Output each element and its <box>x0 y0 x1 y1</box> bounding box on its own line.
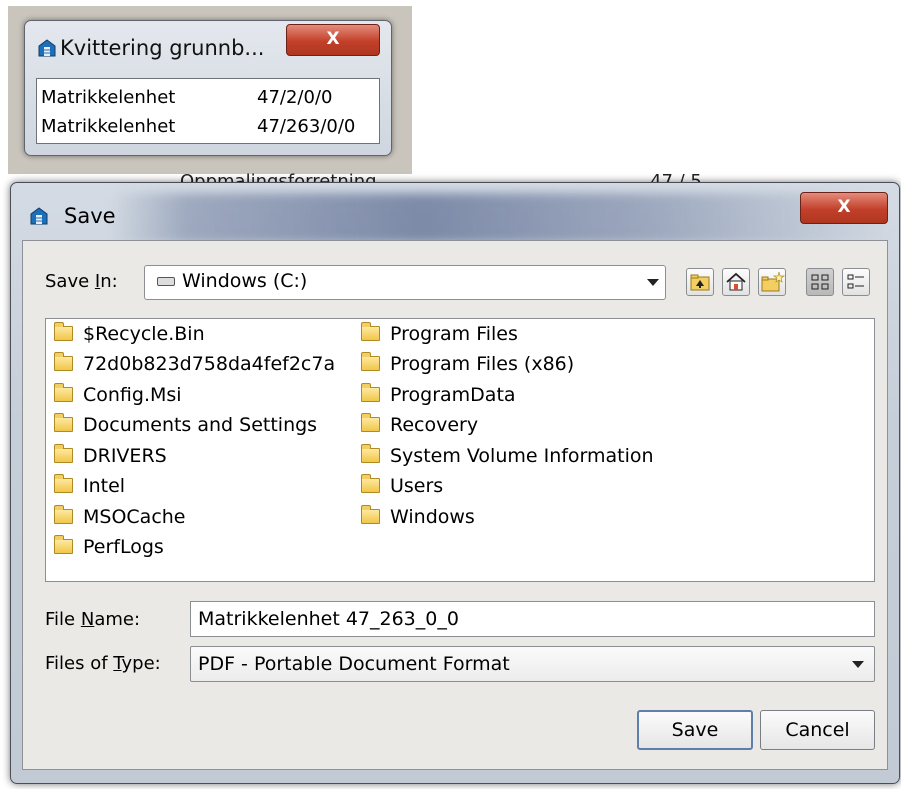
close-icon: X <box>837 197 851 217</box>
close-icon: X <box>326 29 340 49</box>
file-name-value: Matrikkelenhet 47_263_0_0 <box>198 608 459 630</box>
list-item[interactable]: PerfLogs <box>54 535 164 562</box>
save-in-label: Save In: <box>45 271 118 292</box>
home-icon <box>726 272 746 291</box>
files-of-type-combo[interactable]: PDF - Portable Document Format <box>190 646 875 682</box>
folder-icon <box>54 444 73 463</box>
list-item[interactable]: Config.Msi <box>54 383 182 410</box>
list-item[interactable]: Users <box>361 474 443 501</box>
folder-icon <box>54 383 73 402</box>
up-folder-icon <box>690 274 710 291</box>
save-close-button[interactable]: X <box>800 192 888 224</box>
list-item[interactable]: 72d0b823d758da4fef2c7a <box>54 352 335 379</box>
folder-icon <box>54 535 73 554</box>
folder-icon <box>361 474 380 493</box>
list-item[interactable]: Windows <box>361 505 475 532</box>
file-name-label: File Name: <box>45 609 141 630</box>
folder-icon <box>54 474 73 493</box>
list-item[interactable]: Intel <box>54 474 125 501</box>
save-in-combo[interactable]: Windows (C:) <box>144 265 666 300</box>
list-item[interactable]: Documents and Settings <box>54 413 317 440</box>
chevron-down-icon <box>647 279 659 286</box>
details-view-icon <box>847 274 864 289</box>
drive-icon <box>157 277 175 286</box>
receipt-row-id: 47/2/0/0 <box>257 87 333 108</box>
chevron-down-icon <box>852 661 864 668</box>
list-item[interactable]: $Recycle.Bin <box>54 322 205 349</box>
list-item[interactable]: System Volume Information <box>361 444 654 471</box>
save-in-value: Windows (C:) <box>182 270 308 292</box>
home-button[interactable] <box>722 268 750 296</box>
file-list[interactable]: $Recycle.Bin 72d0b823d758da4fef2c7a Conf… <box>45 318 875 582</box>
receipt-window-title: Kvittering grunnb... <box>60 36 265 60</box>
folder-icon <box>361 505 380 524</box>
list-view-button[interactable] <box>806 268 834 296</box>
save-in-mnemonic: I <box>94 271 101 292</box>
app-icon <box>38 39 56 57</box>
receipt-row-type: Matrikkelenhet <box>41 116 176 137</box>
folder-icon <box>54 505 73 524</box>
list-view-icon <box>811 274 829 290</box>
save-button[interactable]: Save <box>637 710 753 750</box>
details-view-button[interactable] <box>842 268 870 296</box>
title-bar-background <box>110 193 890 243</box>
new-folder-icon <box>761 271 786 292</box>
folder-icon <box>361 444 380 463</box>
up-one-level-button[interactable] <box>686 268 714 296</box>
new-folder-button[interactable] <box>758 268 786 296</box>
files-of-type-label: Files of Type: <box>45 653 161 674</box>
cancel-button[interactable]: Cancel <box>760 710 875 750</box>
folder-icon <box>54 322 73 341</box>
receipt-list: Matrikkelenhet 47/2/0/0 Matrikkelenhet 4… <box>36 78 380 144</box>
files-of-type-value: PDF - Portable Document Format <box>198 653 510 675</box>
receipt-row-type: Matrikkelenhet <box>41 87 176 108</box>
save-dialog-title: Save <box>64 204 116 228</box>
file-name-input[interactable]: Matrikkelenhet 47_263_0_0 <box>190 601 875 637</box>
list-item[interactable]: DRIVERS <box>54 444 167 471</box>
receipt-close-button[interactable]: X <box>286 24 380 56</box>
folder-icon <box>54 352 73 371</box>
folder-icon <box>361 413 380 432</box>
folder-icon <box>361 322 380 341</box>
folder-icon <box>361 352 380 371</box>
list-item[interactable]: Program Files <box>361 322 518 349</box>
list-item[interactable]: MSOCache <box>54 505 186 532</box>
list-item[interactable]: Recovery <box>361 413 478 440</box>
list-item[interactable]: ProgramData <box>361 383 516 410</box>
folder-icon <box>361 383 380 402</box>
list-item[interactable]: Program Files (x86) <box>361 352 574 379</box>
receipt-row-id: 47/263/0/0 <box>257 116 356 137</box>
folder-icon <box>54 413 73 432</box>
app-icon <box>30 207 48 225</box>
